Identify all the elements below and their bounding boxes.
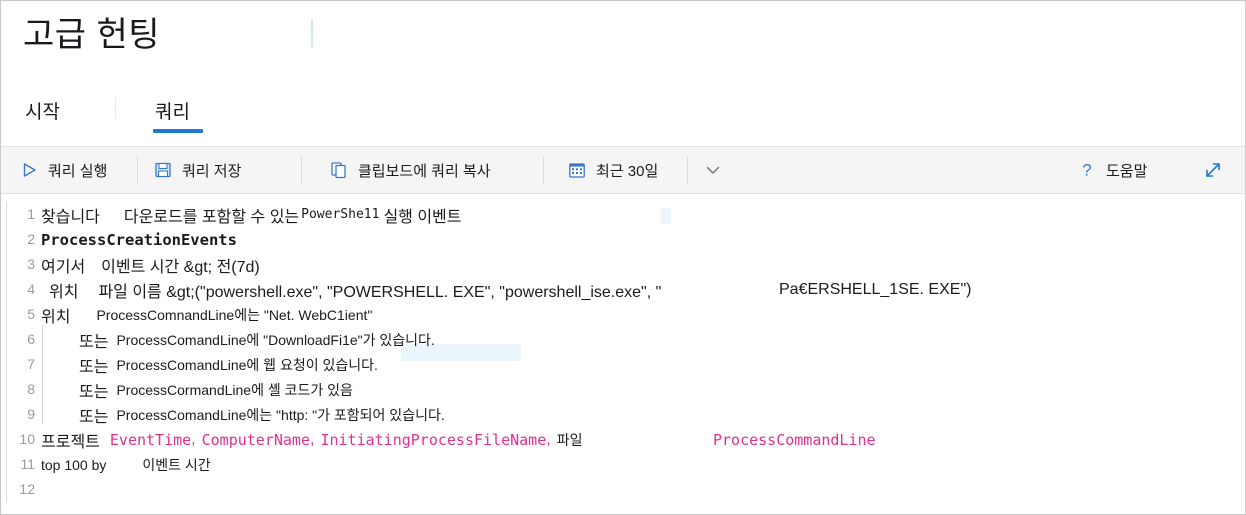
code-token: 또는 bbox=[79, 383, 109, 401]
code-token: top 100 by bbox=[41, 456, 107, 473]
code-token: 이벤트 시간 bbox=[142, 456, 211, 473]
line-number: 7 bbox=[27, 356, 35, 372]
code-line[interactable]: 10 프로젝트 EventTime, ComputerName, Initiat… bbox=[1, 427, 1245, 452]
time-range-picker[interactable]: 최근 30일 bbox=[567, 147, 658, 193]
copy-query-label: 클립보드에 쿼리 복사 bbox=[358, 162, 491, 180]
code-token: 또는 bbox=[79, 333, 109, 351]
run-query-button[interactable]: 쿼리 실행 bbox=[19, 147, 107, 193]
code-line[interactable]: 12 bbox=[1, 477, 1245, 502]
title-cursor-tick bbox=[311, 19, 313, 47]
code-token: 이벤트 시간 &gt; 전(7d) bbox=[101, 258, 260, 276]
code-token: 파일 bbox=[556, 431, 583, 448]
copy-icon bbox=[329, 160, 349, 180]
code-token: 파일 이름 &gt;("powershell.exe", "POWERSHELL… bbox=[98, 283, 662, 301]
line-number: 8 bbox=[27, 381, 35, 397]
code-line[interactable]: 3 여기서 이벤트 시간 &gt; 전(7d) bbox=[1, 252, 1245, 277]
play-icon bbox=[19, 160, 39, 180]
tab-query[interactable]: 쿼리 bbox=[153, 93, 192, 130]
code-line[interactable]: 1 찾습니다 다운로드를 포함할 수 있는 PowerShe11 실행 이벤트 bbox=[1, 202, 1245, 227]
code-token: 프로젝트 bbox=[41, 433, 100, 451]
copy-query-button[interactable]: 클립보드에 쿼리 복사 bbox=[329, 147, 491, 193]
help-button[interactable]: ? 도움말 bbox=[1077, 147, 1147, 193]
query-editor[interactable]: 1 찾습니다 다운로드를 포함할 수 있는 PowerShe11 실행 이벤트 … bbox=[1, 194, 1245, 514]
line-number: 4 bbox=[27, 281, 35, 297]
tab-bar: 시작 쿼리 bbox=[1, 93, 1245, 147]
calendar-icon bbox=[567, 160, 587, 180]
line-number: 2 bbox=[27, 231, 35, 247]
code-line[interactable]: 11 top 100 by 이벤트 시간 bbox=[1, 452, 1245, 477]
tab-separator bbox=[115, 97, 116, 119]
code-token: ProcessCormandLine에 셸 코드가 있음 bbox=[116, 381, 353, 398]
code-token: PowerShe11 bbox=[301, 207, 380, 222]
query-toolbar: 쿼리 실행 쿼리 저장 클립보드에 쿼리 복사 최근 30일 ? 도움말 bbox=[1, 146, 1245, 194]
svg-text:?: ? bbox=[1082, 161, 1091, 180]
code-token: ProcessComandLine에 "DownloadFi1e"가 있습니다. bbox=[116, 331, 435, 348]
line-number: 12 bbox=[19, 481, 35, 497]
code-token: ProcessComandLine에 웹 요청이 있습니다. bbox=[116, 356, 378, 373]
code-line[interactable]: 4 위치 파일 이름 &gt;("powershell.exe", "POWER… bbox=[1, 277, 1245, 302]
code-token-column: ProcessCommandLine bbox=[713, 430, 876, 449]
code-token: 또는 bbox=[79, 358, 109, 376]
toolbar-divider-3 bbox=[543, 156, 544, 184]
line-number: 3 bbox=[27, 256, 35, 272]
code-line[interactable]: 2 ProcessCreationEvents bbox=[1, 227, 1245, 252]
tab-start[interactable]: 시작 bbox=[23, 93, 62, 130]
code-token: ProcessComnandLine에는 "Net. WebC1ient" bbox=[96, 306, 373, 323]
page-title: 고급 헌팅 bbox=[23, 16, 161, 54]
code-token: 여기서 bbox=[41, 258, 86, 276]
line-number: 5 bbox=[27, 306, 35, 322]
advanced-hunting-page: 고급 헌팅 시작 쿼리 쿼리 실행 쿼리 저장 클립보드에 쿼리 복사 최근 3… bbox=[0, 0, 1246, 515]
code-token-column: ComputerName bbox=[201, 430, 310, 449]
floppy-disk-icon bbox=[153, 160, 173, 180]
chevron-down-icon bbox=[703, 160, 723, 180]
code-line[interactable]: 9 또는 ProcessComandLine에는 "http: "가 포함되어 … bbox=[1, 402, 1245, 427]
save-query-label: 쿼리 저장 bbox=[182, 162, 242, 180]
code-token-table: ProcessCreationEvents bbox=[41, 230, 237, 249]
toolbar-divider-2 bbox=[301, 156, 302, 184]
code-line[interactable]: 5 위치 ProcessComnandLine에는 "Net. WebC1ien… bbox=[1, 302, 1245, 327]
code-line[interactable]: 6 또는 ProcessComandLine에 "DownloadFi1e"가 … bbox=[1, 327, 1245, 352]
line-number: 6 bbox=[27, 331, 35, 347]
code-token-column: InitiatingProcessFileName bbox=[320, 430, 547, 449]
line-number: 1 bbox=[27, 206, 35, 222]
expand-diagonal-icon bbox=[1203, 160, 1223, 180]
code-token: 또는 bbox=[79, 408, 109, 426]
line-number: 10 bbox=[19, 431, 35, 447]
code-token: Pa€ERSHELL_1SE. EXE") bbox=[779, 280, 972, 298]
expand-editor-button[interactable] bbox=[1203, 147, 1223, 193]
save-query-button[interactable]: 쿼리 저장 bbox=[153, 147, 241, 193]
line-number: 9 bbox=[27, 406, 35, 422]
code-token: ProcessComandLine에는 "http: "가 포함되어 있습니다. bbox=[116, 406, 445, 423]
code-token: 찾습니다 bbox=[41, 208, 100, 226]
help-label: 도움말 bbox=[1106, 162, 1148, 180]
question-mark-icon: ? bbox=[1077, 160, 1097, 180]
code-line[interactable]: 7 또는 ProcessComandLine에 웹 요청이 있습니다. bbox=[1, 352, 1245, 377]
tab-active-indicator bbox=[153, 129, 203, 133]
line-number: 11 bbox=[20, 456, 35, 472]
time-range-dropdown-toggle[interactable] bbox=[703, 147, 723, 193]
code-line[interactable]: 8 또는 ProcessCormandLine에 셸 코드가 있음 bbox=[1, 377, 1245, 402]
code-token: 위치 bbox=[41, 308, 71, 326]
code-token: 위치 bbox=[49, 283, 79, 301]
run-query-label: 쿼리 실행 bbox=[48, 162, 108, 180]
toolbar-divider-1 bbox=[137, 156, 138, 184]
code-token: 실행 이벤트 bbox=[383, 208, 462, 226]
toolbar-divider-4 bbox=[687, 156, 688, 184]
code-token: 다운로드를 포함할 수 있는 bbox=[123, 208, 300, 226]
code-token-column: EventTime bbox=[109, 430, 192, 449]
time-range-label: 최근 30일 bbox=[596, 162, 659, 180]
